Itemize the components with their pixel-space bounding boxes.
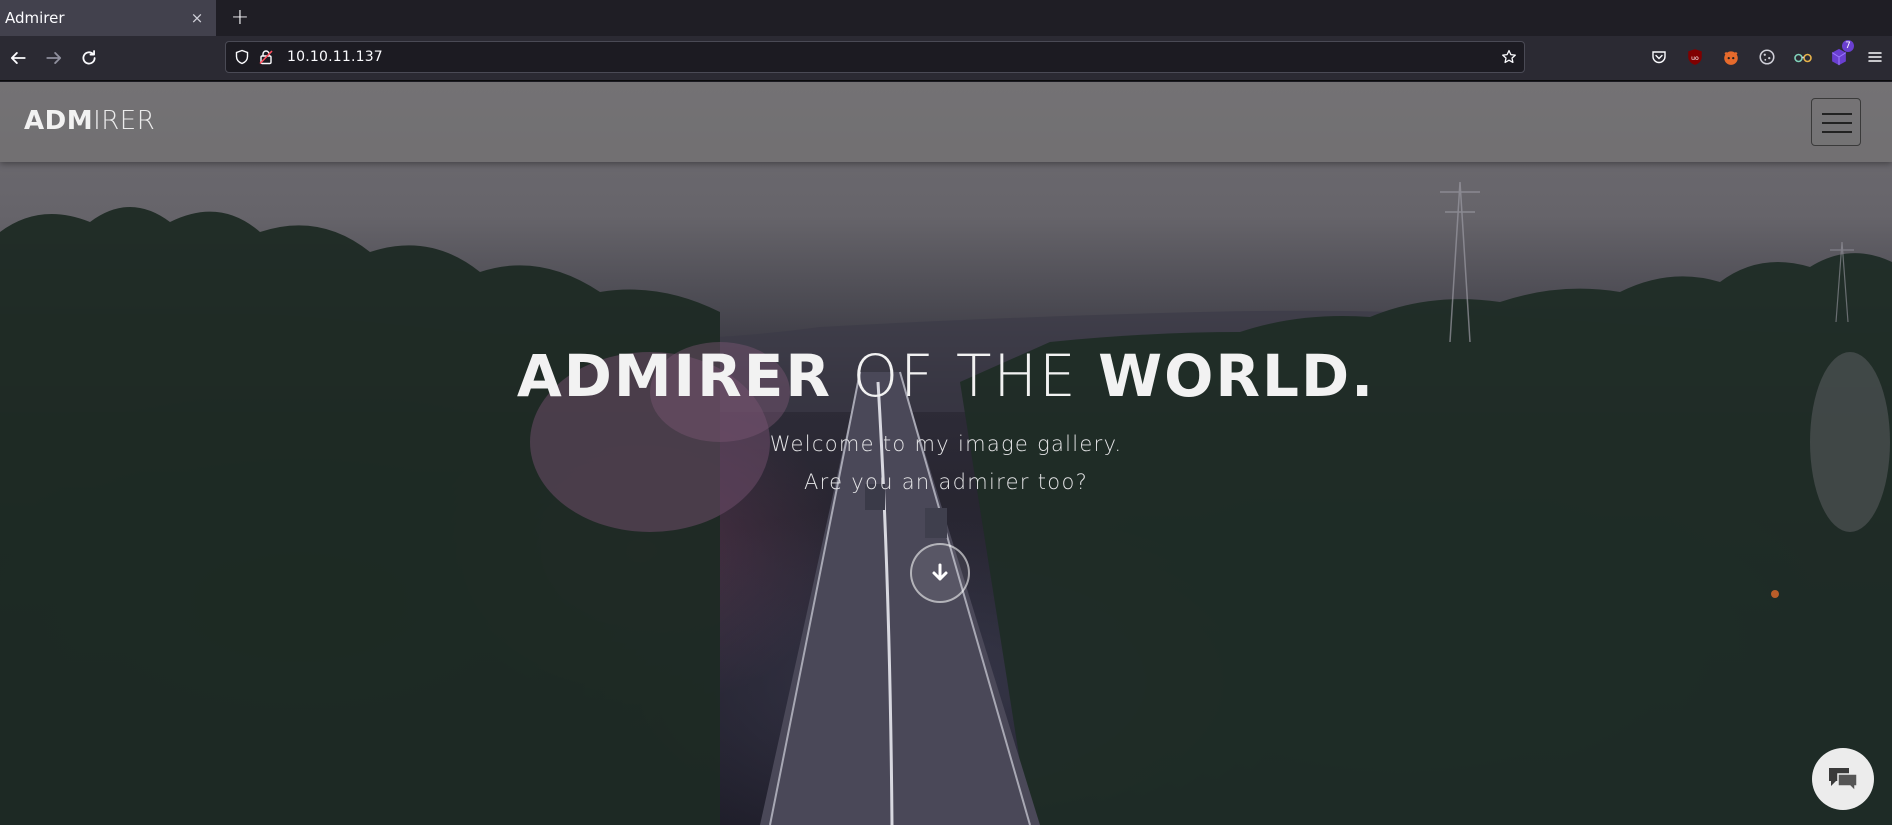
hamburger-menu-icon: [1868, 52, 1882, 62]
insecure-lock-icon[interactable]: [258, 49, 274, 65]
logo-light-text: IRER: [93, 106, 156, 136]
glasses-icon[interactable]: [1792, 46, 1814, 68]
hero-section: ADMIRER OF THE WORLD. Welcome to my imag…: [0, 342, 1892, 494]
chat-bubbles-icon: [1829, 768, 1858, 793]
tracking-shield-icon[interactable]: [234, 49, 250, 65]
extension-badge: 7: [1842, 40, 1854, 52]
site-header: ADMIRER: [0, 82, 1892, 162]
forward-button[interactable]: [40, 44, 68, 72]
hero-title-world: WORLD.: [1098, 342, 1376, 410]
site-menu-button[interactable]: [1811, 98, 1861, 146]
reload-icon: [82, 50, 96, 65]
chat-button[interactable]: [1812, 748, 1874, 810]
close-tab-icon[interactable]: ×: [188, 9, 206, 27]
back-arrow-icon: [10, 52, 26, 64]
url-bar[interactable]: 10.10.11.137: [225, 41, 1525, 73]
menu-line: [1822, 122, 1852, 124]
arrow-down-icon: [932, 563, 948, 581]
svg-text:uo: uo: [1691, 55, 1699, 62]
hero-subtitle-2: Are you an admirer too?: [803, 470, 1089, 494]
cookie-icon[interactable]: [1756, 46, 1778, 68]
menu-line: [1822, 131, 1852, 133]
forward-arrow-icon: [46, 52, 62, 64]
back-button[interactable]: [4, 44, 32, 72]
hero-title-admirer: ADMIRER: [516, 342, 833, 410]
url-text[interactable]: 10.10.11.137: [287, 49, 383, 65]
foxyproxy-icon[interactable]: [1720, 46, 1742, 68]
logo-bold-text: ADM: [24, 106, 94, 136]
hero-title: ADMIRER OF THE WORLD.: [0, 342, 1892, 410]
pocket-icon[interactable]: [1648, 46, 1670, 68]
cube-extension-icon[interactable]: 7: [1828, 40, 1854, 68]
star-icon[interactable]: [1501, 49, 1517, 65]
hero-subtitle: Welcome to my image gallery.: [769, 432, 1123, 456]
new-tab-button[interactable]: +: [228, 6, 252, 30]
menu-line: [1822, 113, 1852, 115]
browser-toolbar: 10.10.11.137 uo 7: [0, 36, 1892, 81]
scroll-down-button[interactable]: [910, 543, 970, 603]
page-viewport: ADMIRER ADMIRER OF THE WORLD. Welcome to…: [0, 82, 1892, 825]
ublock-icon[interactable]: uo: [1684, 46, 1706, 68]
tab-strip: Admirer × +: [0, 0, 1892, 36]
site-logo[interactable]: ADMIRER: [24, 106, 155, 136]
tab-title: Admirer: [5, 9, 65, 27]
hero-title-of-the: OF THE: [832, 342, 1099, 410]
app-menu-button[interactable]: [1864, 46, 1886, 68]
reload-button[interactable]: [75, 44, 103, 72]
tab-admirer[interactable]: Admirer ×: [0, 0, 216, 36]
